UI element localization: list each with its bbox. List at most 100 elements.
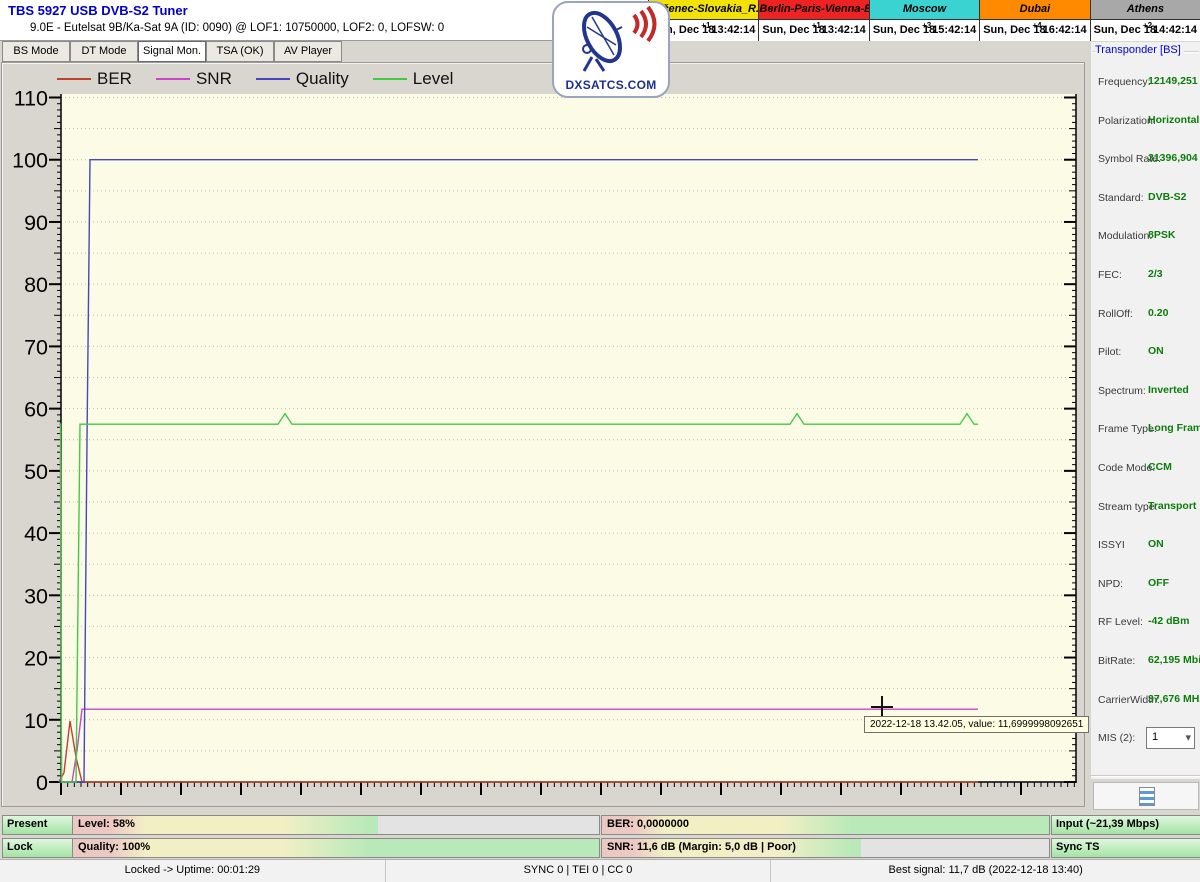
- field-label: NPD:: [1098, 578, 1123, 590]
- transponder-sidebar: Transponder [BS] Frequency:12149,251 MHz…: [1090, 42, 1200, 779]
- clock-utc-offset: +4: [1033, 21, 1042, 30]
- field-value: OFF: [1148, 577, 1169, 589]
- field-value: CCM: [1148, 461, 1172, 473]
- field-standard-: Standard:DVB-S2: [1091, 180, 1200, 219]
- clock-utc-offset: +1: [812, 21, 821, 30]
- clock-city-label: Berlin-Paris-Vienna-Belgrade: [759, 0, 868, 20]
- field-label: RollOff:: [1098, 308, 1133, 320]
- status-lock-uptime: Locked -> Uptime: 00:01:29: [0, 860, 385, 882]
- transport-list-button[interactable]: [1093, 782, 1199, 810]
- tab-bs-mode[interactable]: BS Mode: [2, 41, 70, 62]
- legend-line-ber: [57, 78, 91, 80]
- tab-signal-mon-[interactable]: Signal Mon.: [138, 41, 206, 62]
- field-value: ON: [1148, 345, 1164, 357]
- field-value: 8PSK: [1148, 229, 1175, 241]
- transponder-fields: Frequency:12149,251 MHzPolarization:Hori…: [1091, 64, 1200, 720]
- y-axis-label: 50: [24, 460, 48, 484]
- field-frequency-: Frequency:12149,251 MHz: [1091, 64, 1200, 103]
- field-value: 37,676 MHz: [1148, 693, 1200, 705]
- clock-datetime: Sun, Dec 18+315:42:14: [870, 20, 979, 41]
- field-value: DVB-S2: [1148, 191, 1187, 203]
- status-sync-counters: SYNC 0 | TEI 0 | CC 0: [385, 860, 771, 882]
- y-axis-label: 20: [24, 647, 48, 671]
- legend-line-snr: [156, 78, 190, 80]
- legend-line-quality: [256, 78, 290, 80]
- field-label: FEC:: [1098, 269, 1122, 281]
- field-polarization-: Polarization:Horizontal: [1091, 103, 1200, 142]
- field-fec-: FEC:2/3: [1091, 257, 1200, 296]
- y-axis-label: 60: [24, 398, 48, 422]
- legend-label: Level: [413, 69, 454, 89]
- snr-bar: SNR: 11,6 dB (Margin: 5,0 dB | Poor): [601, 838, 1050, 858]
- window-title: TBS 5927 USB DVB-S2 Tuner: [8, 3, 188, 18]
- field-value: Transport: [1148, 500, 1196, 512]
- clock-time: 15:42:14: [932, 24, 976, 36]
- clock-city-label: Dubai: [980, 0, 1089, 20]
- y-axis-label: 100: [12, 149, 48, 173]
- tab-av-player[interactable]: AV Player: [274, 41, 342, 62]
- status-best-signal: Best signal: 11,7 dB (2022-12-18 13:40): [770, 860, 1200, 882]
- clock-time: 16:42:14: [1043, 24, 1087, 36]
- legend-item-snr: SNR: [156, 69, 232, 89]
- y-axis-label: 0: [36, 771, 48, 795]
- legend-line-level: [373, 78, 407, 80]
- field-value: Long Frame: [1148, 422, 1200, 434]
- transponder-groupbox-title: Transponder [BS]: [1095, 44, 1184, 56]
- snr-bar-label: SNR: 11,6 dB (Margin: 5,0 dB | Poor): [607, 841, 796, 853]
- field-value: 12149,251 MHz: [1148, 75, 1200, 87]
- clock-utc-offset: +3: [922, 21, 931, 30]
- field-value: 31396,904 KS/s: [1148, 152, 1200, 164]
- tab-dt-mode[interactable]: DT Mode: [70, 41, 138, 62]
- clock-moscow: MoscowSun, Dec 18+315:42:14: [870, 0, 980, 41]
- field-label: Code Mode:: [1098, 462, 1155, 474]
- mis-dropdown[interactable]: 1 ▾: [1146, 727, 1195, 749]
- signal-history-chart[interactable]: 0102030405060708090100110: [2, 91, 1082, 803]
- tbs-tuner-window: { "window": { "title": "TBS 5927 USB DVB…: [0, 0, 1200, 881]
- logo-text: DXSATCS.COM: [554, 78, 668, 92]
- clock-utc-offset: +2: [1143, 21, 1152, 30]
- y-axis-label: 40: [24, 522, 48, 546]
- mis-label: MIS (2):: [1098, 732, 1135, 744]
- input-rate-indicator: Input (~21,39 Mbps): [1051, 815, 1200, 835]
- clock-athens: AthensSun, Dec 18+214:42:14: [1091, 0, 1200, 41]
- clock-time: 13:42:14: [711, 24, 755, 36]
- level-bar: Level: 58%: [72, 815, 600, 835]
- y-axis-label: 90: [24, 211, 48, 235]
- tab-tsa-ok-[interactable]: TSA (OK): [206, 41, 274, 62]
- field-issyi: ISSYION: [1091, 527, 1200, 566]
- field-label: Modulation:: [1098, 230, 1152, 242]
- sidebar-divider: [1091, 775, 1200, 777]
- satellite-subtitle: 9.0E - Eutelsat 9B/Ka-Sat 9A (ID: 0090) …: [30, 22, 444, 34]
- clock-berlin-paris-vienna-belgrade: Berlin-Paris-Vienna-BelgradeSun, Dec 18+…: [759, 0, 869, 41]
- clock-datetime: Sun, Dec 18+416:42:14: [980, 20, 1089, 41]
- field-value: ON: [1148, 538, 1164, 550]
- world-clocks: Lučenec-Slovakia_R.DávidSun, Dec 18+113:…: [648, 0, 1200, 41]
- y-axis-label: 110: [14, 91, 48, 111]
- field-label: Spectrum:: [1098, 385, 1146, 397]
- field-value: Horizontal: [1148, 114, 1199, 126]
- level-bar-label: Level: 58%: [78, 818, 135, 830]
- field-value: Inverted: [1148, 384, 1189, 396]
- field-rf-level-: RF Level:-42 dBm: [1091, 604, 1200, 643]
- field-rolloff-: RollOff: 0.20: [1091, 296, 1200, 335]
- legend-label: SNR: [196, 69, 232, 89]
- y-axis-label: 80: [24, 273, 48, 297]
- mis-row: MIS (2): 1 ▾: [1091, 724, 1200, 754]
- lock-indicator: Lock: [2, 838, 74, 858]
- mis-selected-value: 1: [1152, 731, 1158, 743]
- satellite-dish-icon: [556, 3, 666, 75]
- clock-datetime: Sun, Dec 18+214:42:14: [1091, 20, 1200, 41]
- field-value: 0.20: [1148, 307, 1168, 319]
- level-bar-empty: [378, 816, 599, 834]
- y-axis-label: 70: [24, 335, 48, 359]
- field-npd-: NPD: OFF: [1091, 566, 1200, 605]
- legend-item-ber: BER: [57, 69, 132, 89]
- clock-time: 13:42:14: [822, 24, 866, 36]
- legend-label: BER: [97, 69, 132, 89]
- clock-dubai: DubaiSun, Dec 18+416:42:14: [980, 0, 1090, 41]
- chevron-down-icon: ▾: [1185, 729, 1191, 747]
- signal-monitor-bars: Present Level: 58% BER: 0,0000000 Input …: [0, 813, 1200, 859]
- clock-time: 14:42:14: [1153, 24, 1197, 36]
- field-stream-type-: Stream type:Transport: [1091, 489, 1200, 528]
- signal-chart-panel: BERSNRQualityLevel 010203040506070809010…: [1, 62, 1085, 807]
